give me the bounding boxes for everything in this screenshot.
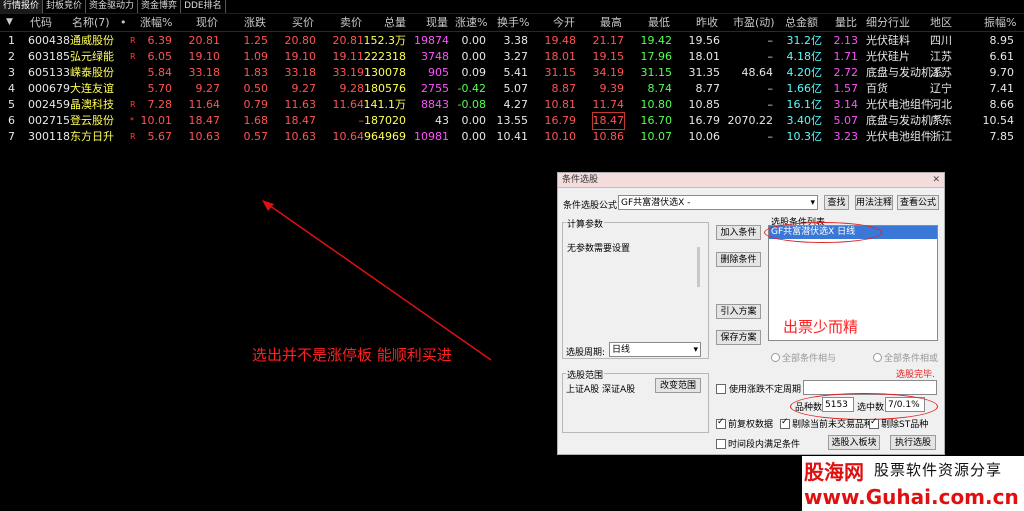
close-icon[interactable]: ✕ xyxy=(932,173,940,187)
radio-and[interactable] xyxy=(771,353,780,362)
formula-select[interactable]: GF共富潜伏选X - ▾ xyxy=(618,195,818,210)
formula-label: 条件选股公式 xyxy=(563,201,618,211)
add-to-board-button[interactable]: 选股入板块 xyxy=(828,435,880,450)
adj-price-label: 前复权数据 xyxy=(728,420,774,430)
radio-and-label: 全部条件相与 xyxy=(782,354,837,364)
search-button[interactable]: 查找 xyxy=(824,195,849,210)
chevron-down-icon: ▾ xyxy=(810,198,815,208)
add-condition-button[interactable]: 加入条件 xyxy=(716,225,761,240)
watermark-brand: 股海网 xyxy=(804,460,864,484)
arrow-to-table xyxy=(265,202,492,361)
exclude-notrade-checkbox[interactable] xyxy=(780,417,790,429)
change-range-button[interactable]: 改变范围 xyxy=(655,378,701,393)
watermark-slogan: 股票软件资源分享 xyxy=(874,461,1003,479)
formula-value: GF共富潜伏选X - xyxy=(621,198,691,208)
params-text: 无参数需要设置 xyxy=(567,244,631,254)
indef-period-checkbox[interactable] xyxy=(716,384,726,394)
dialog-title: 条件选股 xyxy=(562,175,599,185)
highlight-circle xyxy=(764,222,882,243)
delete-condition-button[interactable]: 删除条件 xyxy=(716,252,761,267)
annotation-left-text: 选出并不是涨停板 能顺利买进 xyxy=(252,346,452,364)
exclude-st-label: 剔除ST品种 xyxy=(881,420,929,430)
period-value: 日线 xyxy=(612,345,631,355)
range-title: 选股范围 xyxy=(566,368,605,381)
adj-price-checkbox[interactable] xyxy=(716,417,726,429)
radio-or-label: 全部条件相或 xyxy=(884,354,939,364)
save-plan-button[interactable]: 保存方案 xyxy=(716,330,761,345)
status-text: 选股完毕. xyxy=(896,370,935,380)
chevron-down-icon: ▾ xyxy=(693,345,698,355)
range-text: 上证A股 深证A股 xyxy=(566,385,636,395)
arrow-head-left xyxy=(262,200,274,211)
guhai-watermark: 股海网 股票软件资源分享 www.Guhai.com.cn xyxy=(802,456,1024,511)
period-label: 选股周期: xyxy=(566,348,606,358)
annotation-right-text: 出票少而精 xyxy=(783,318,859,336)
params-title: 计算参数 xyxy=(566,217,605,230)
radio-or[interactable] xyxy=(873,353,882,362)
exclude-notrade-label: 剔除当前未交易品种 xyxy=(792,420,874,430)
indef-period-label: 使用涨跌不定周期 xyxy=(729,385,802,395)
import-plan-button[interactable]: 引入方案 xyxy=(716,304,761,319)
period-select[interactable]: 日线 ▾ xyxy=(609,342,701,357)
condition-stock-picker-dialog: 条件选股 ✕ 条件选股公式 GF共富潜伏选X - ▾ 查找 用法注释 查看公式 … xyxy=(557,172,945,455)
dialog-titlebar[interactable]: 条件选股 ✕ xyxy=(558,173,944,188)
time-range-label: 时间段内满足条件 xyxy=(728,440,801,450)
time-range-checkbox[interactable] xyxy=(716,439,726,449)
view-formula-button[interactable]: 查看公式 xyxy=(897,195,939,210)
usage-button[interactable]: 用法注释 xyxy=(855,195,893,210)
run-selection-button[interactable]: 执行选股 xyxy=(890,435,936,450)
params-scrollbar[interactable] xyxy=(697,247,700,287)
highlight-circle xyxy=(790,393,938,420)
exclude-st-checkbox[interactable] xyxy=(869,417,879,429)
watermark-url: www.Guhai.com.cn xyxy=(804,485,1019,509)
